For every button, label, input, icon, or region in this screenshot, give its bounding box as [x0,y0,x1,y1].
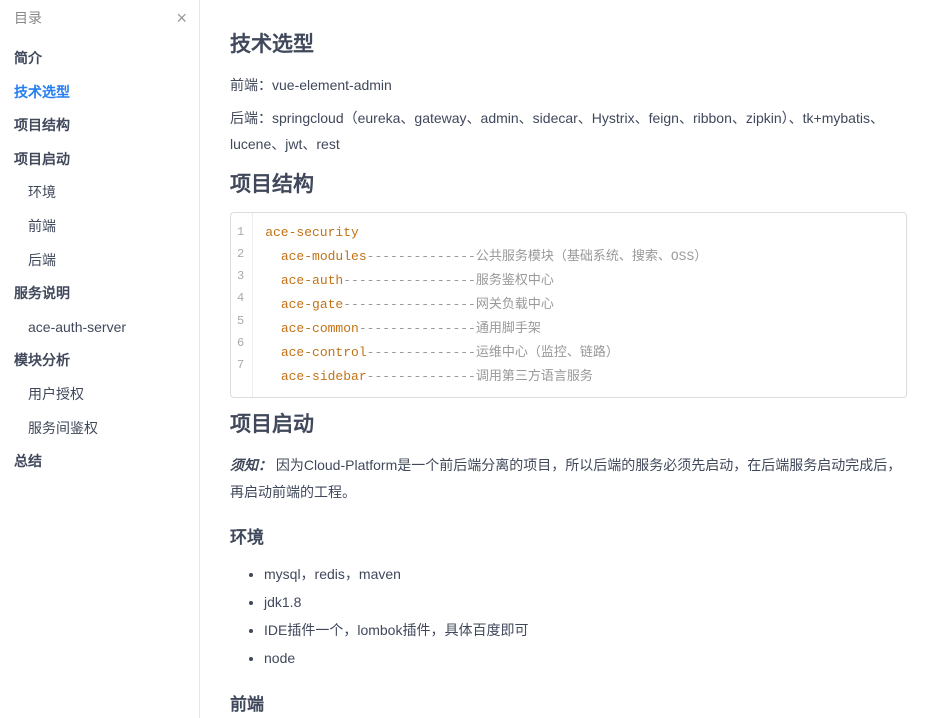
code-line-numbers: 1234567 [231,213,253,397]
code-token: ace-security [265,225,359,240]
heading-start: 项目启动 [230,408,907,438]
list-item: mysql，redis，maven [264,560,907,588]
toc-item[interactable]: 环境 [0,176,199,210]
code-line: ace-modules--------------公共服务模块（基础系统、搜索、… [265,245,894,269]
code-comment: -----------------服务鉴权中心 [343,273,554,288]
code-line: ace-auth-----------------服务鉴权中心 [265,269,894,293]
close-icon[interactable]: × [176,9,187,27]
code-line: ace-security [265,221,894,245]
code-block-structure: 1234567 ace-security ace-modules--------… [230,212,907,398]
code-content: ace-security ace-modules--------------公共… [253,213,906,397]
code-token: ace-common [281,321,359,336]
notice-label: 须知： [230,457,272,473]
toc-item[interactable]: 服务说明 [0,277,199,311]
line-number: 1 [237,221,244,243]
code-comment: -----------------网关负载中心 [343,297,554,312]
heading-structure: 项目结构 [230,168,907,198]
code-line: ace-gate-----------------网关负载中心 [265,293,894,317]
heading-frontend: 前端 [230,690,907,715]
toc-title: 目录 [14,8,42,28]
code-comment: --------------公共服务模块（基础系统、搜索、OSS） [367,249,708,264]
code-comment: --------------运维中心（监控、链路） [367,345,619,360]
toc-item[interactable]: 简介 [0,42,199,76]
code-line: ace-sidebar--------------调用第三方语言服务 [265,365,894,389]
line-number: 3 [237,265,244,287]
code-line: ace-control--------------运维中心（监控、链路） [265,341,894,365]
line-number: 5 [237,310,244,332]
toc-item[interactable]: 项目启动 [0,143,199,177]
toc-item[interactable]: ace-auth-server [0,311,199,345]
line-number: 2 [237,243,244,265]
code-comment: ---------------通用脚手架 [359,321,541,336]
list-item: IDE插件一个，lombok插件，具体百度即可 [264,616,907,644]
toc-item[interactable]: 用户授权 [0,378,199,412]
heading-tech: 技术选型 [230,28,907,58]
code-token: ace-auth [281,273,343,288]
notice-text: 因为Cloud-Platform是一个前后端分离的项目，所以后端的服务必须先启动… [230,457,901,500]
env-list: mysql，redis，mavenjdk1.8IDE插件一个，lombok插件，… [230,560,907,672]
code-token: ace-control [281,345,367,360]
list-item: node [264,644,907,672]
toc-list: 简介技术选型项目结构项目启动环境前端后端服务说明ace-auth-server模… [0,36,199,499]
list-item: jdk1.8 [264,588,907,616]
code-token: ace-gate [281,297,343,312]
toc-item[interactable]: 前端 [0,210,199,244]
toc-item[interactable]: 技术选型 [0,76,199,110]
line-number: 7 [237,354,244,376]
toc-header: 目录 × [0,0,199,36]
article-content[interactable]: 技术选型 前端：vue-element-admin 后端：springcloud… [200,0,937,718]
notice-paragraph: 须知： 因为Cloud-Platform是一个前后端分离的项目，所以后端的服务必… [230,452,907,505]
line-number: 6 [237,332,244,354]
line-number: 4 [237,287,244,309]
code-line: ace-common---------------通用脚手架 [265,317,894,341]
heading-env: 环境 [230,523,907,548]
toc-item[interactable]: 总结 [0,445,199,479]
toc-item[interactable]: 服务间鉴权 [0,412,199,446]
code-comment: --------------调用第三方语言服务 [367,369,593,384]
code-token: ace-sidebar [281,369,367,384]
text-backend: 后端：springcloud（eureka、gateway、admin、side… [230,105,907,158]
toc-sidebar: 目录 × 简介技术选型项目结构项目启动环境前端后端服务说明ace-auth-se… [0,0,200,718]
toc-item[interactable]: 后端 [0,244,199,278]
text-frontend: 前端：vue-element-admin [230,72,907,99]
toc-item[interactable]: 项目结构 [0,109,199,143]
toc-item[interactable]: 模块分析 [0,344,199,378]
code-token: ace-modules [281,249,367,264]
